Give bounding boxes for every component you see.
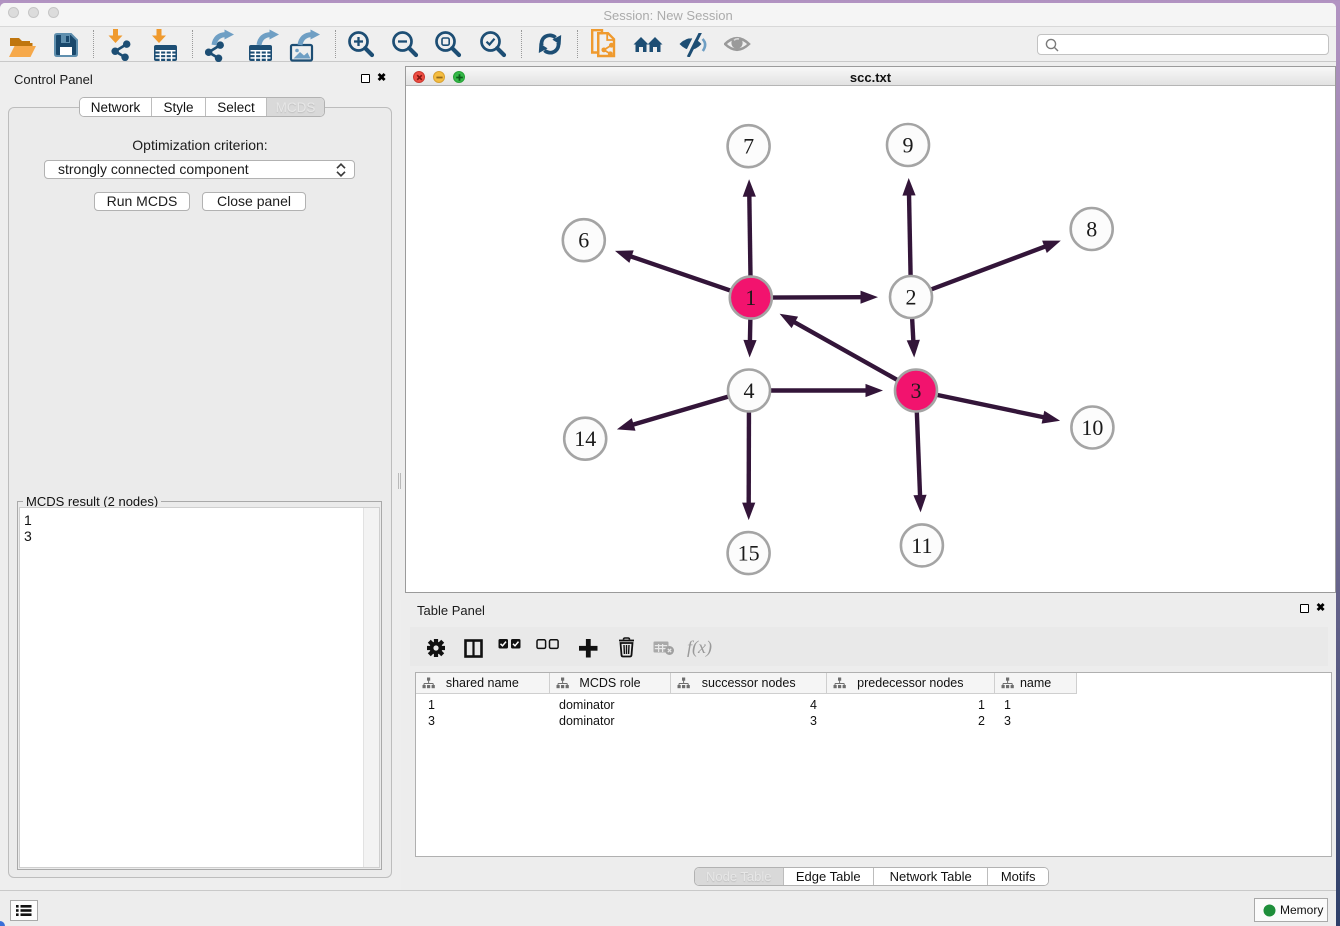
svg-text:10: 10: [1081, 415, 1103, 440]
svg-text:14: 14: [574, 426, 596, 451]
svg-text:6: 6: [578, 228, 589, 253]
svg-text:9: 9: [903, 132, 914, 157]
svg-text:3: 3: [911, 378, 922, 403]
svg-text:2: 2: [906, 284, 917, 309]
svg-text:1: 1: [745, 285, 756, 310]
svg-text:8: 8: [1086, 216, 1097, 241]
svg-text:4: 4: [744, 378, 755, 403]
svg-text:7: 7: [743, 134, 754, 159]
svg-text:11: 11: [911, 533, 932, 558]
svg-text:15: 15: [738, 541, 760, 566]
